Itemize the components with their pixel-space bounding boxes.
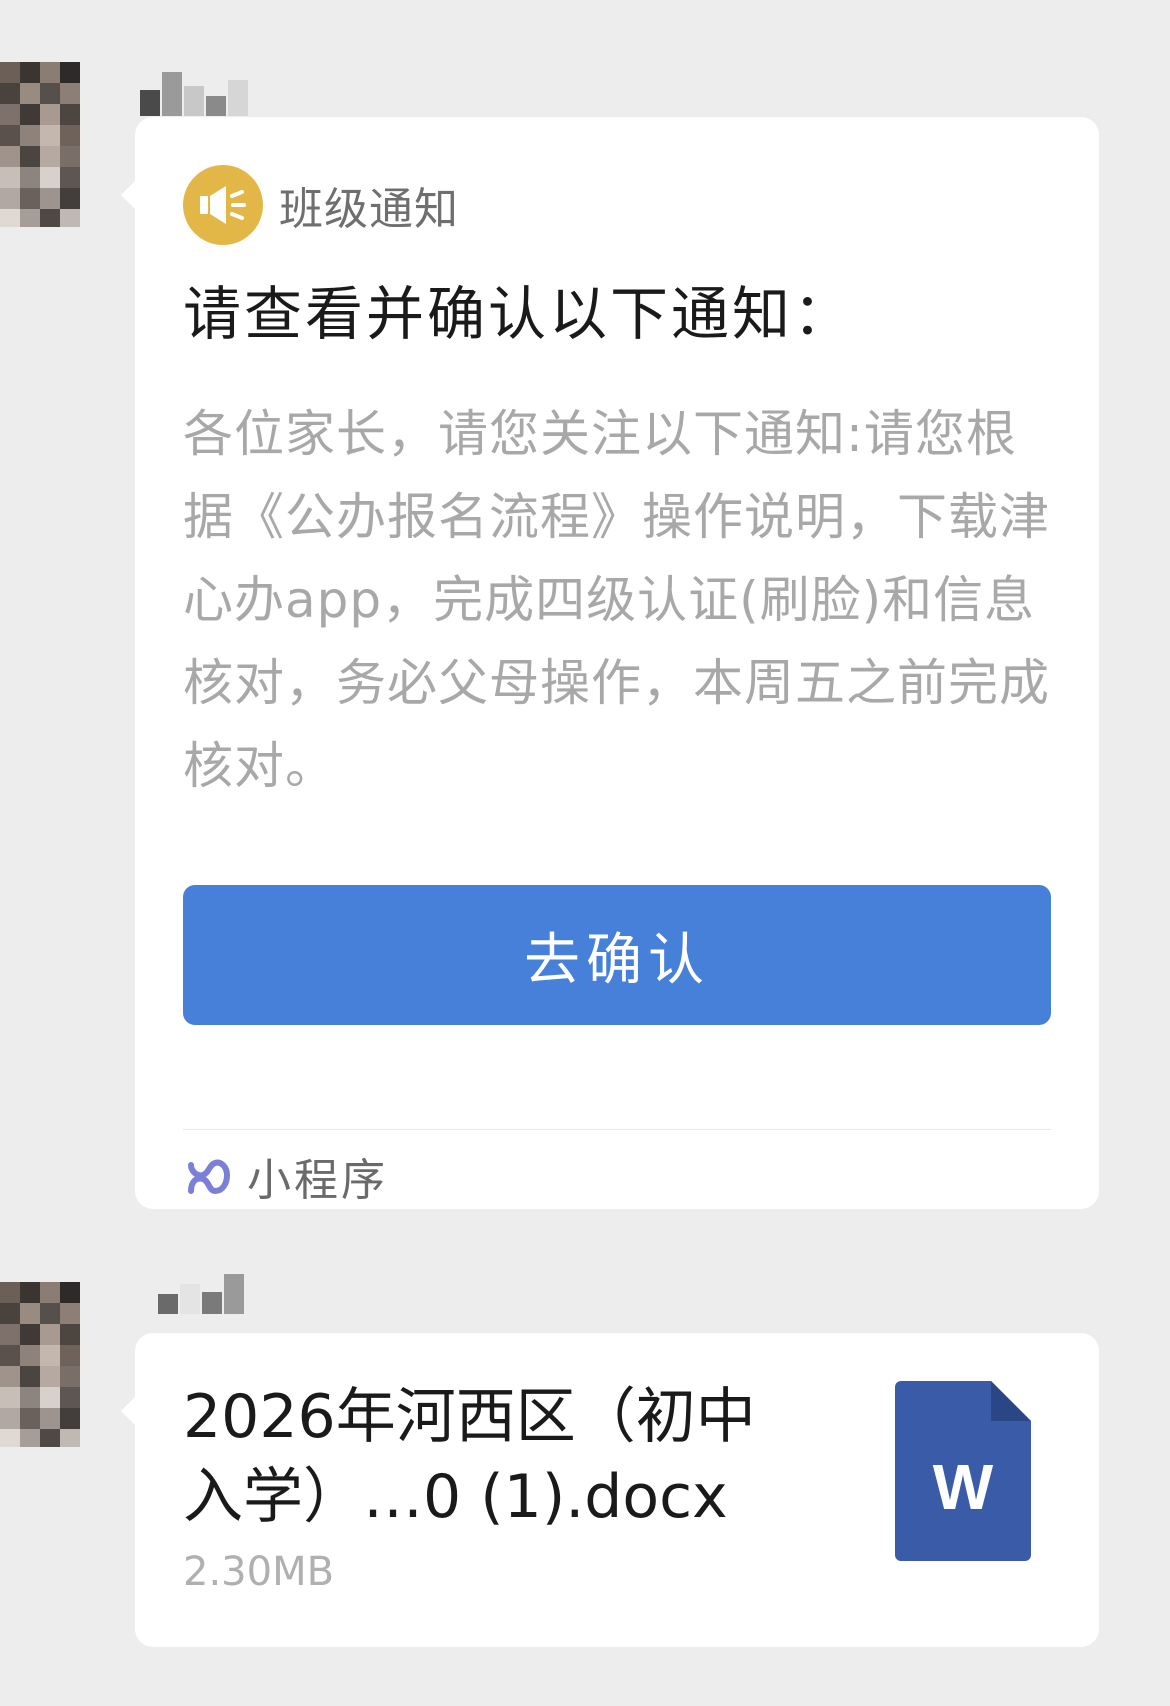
class-notice-card[interactable]: 班级通知 请查看并确认以下通知： 各位家长，请您关注以下通知:请您根据《公办报名… (121, 117, 1099, 1211)
confirm-button[interactable]: 去确认 (183, 885, 1051, 1025)
notice-title: 请查看并确认以下通知： (183, 280, 855, 348)
avatar[interactable] (0, 62, 100, 227)
avatar[interactable] (0, 1282, 100, 1447)
notice-body: 各位家长，请您关注以下通知:请您根据《公办报名流程》操作说明，下载津心办app，… (183, 405, 1050, 795)
file-name: 2026年河西区（初中入学）…0 (1).docx (183, 1382, 756, 1532)
mini-program-footer[interactable]: 小程序 (183, 1141, 388, 1211)
notice-source-label: 班级通知 (279, 184, 459, 235)
divider (183, 1129, 1051, 1130)
mini-program-label: 小程序 (247, 1155, 388, 1206)
megaphone-icon (183, 165, 263, 245)
mini-program-link-icon (188, 1159, 231, 1195)
word-icon-letter: W (933, 1451, 994, 1523)
sender-name-blurred (158, 1270, 244, 1314)
word-document-icon: W (895, 1381, 1031, 1561)
notice-header: 班级通知 (183, 165, 459, 245)
sender-name-blurred (140, 72, 248, 116)
file-size: 2.30MB (183, 1549, 335, 1595)
file-message-card[interactable]: 2026年河西区（初中入学）…0 (1).docx 2.30MB W (121, 1333, 1099, 1647)
